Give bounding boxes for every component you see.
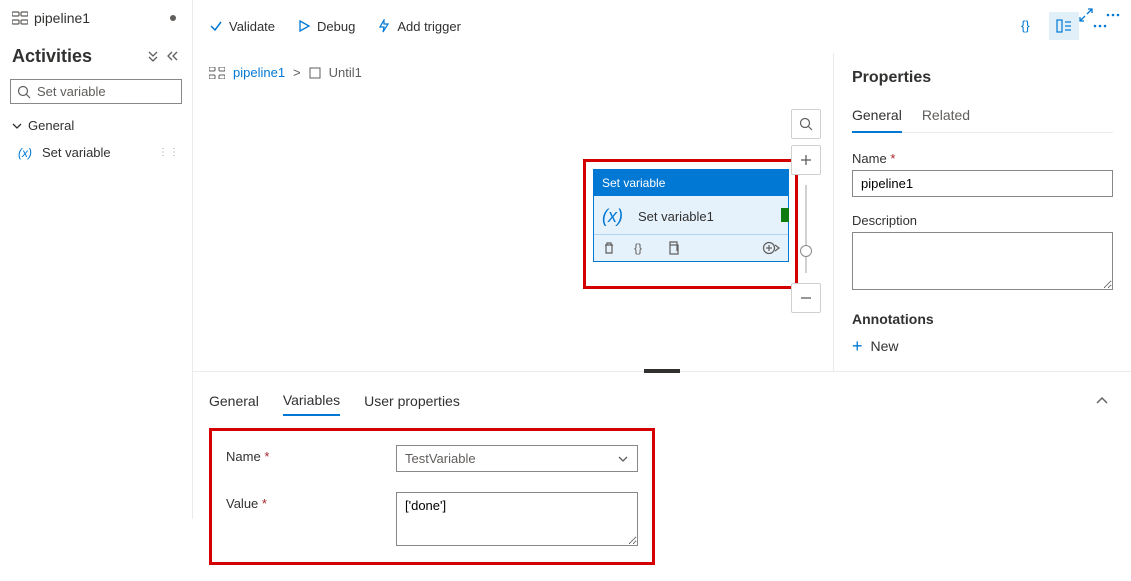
props-description-label: Description <box>852 213 1113 228</box>
validate-button[interactable]: Validate <box>209 19 275 34</box>
svg-text:(x): (x) <box>18 146 32 160</box>
tree-group-general[interactable]: General <box>10 112 182 139</box>
var-name-value: TestVariable <box>405 451 476 466</box>
search-icon <box>799 117 813 131</box>
pipeline-tab-label: pipeline1 <box>34 10 90 26</box>
activity-card[interactable]: Set variable (x) Set variable1 {} <box>593 169 789 262</box>
copy-icon[interactable] <box>666 241 680 255</box>
activity-item-label: Set variable <box>42 145 111 160</box>
pipeline-icon <box>12 11 28 25</box>
pipeline-icon <box>209 67 225 79</box>
breadcrumb-pipeline-link[interactable]: pipeline1 <box>233 65 285 80</box>
annotations-heading: Annotations <box>852 311 1113 327</box>
var-value-label: Value * <box>226 492 396 511</box>
breadcrumb-separator: > <box>293 65 301 80</box>
expand-icon[interactable] <box>1079 8 1093 22</box>
main-area: Validate Debug Add trigger {} <box>193 0 1131 519</box>
trash-icon[interactable] <box>602 241 616 255</box>
debug-button[interactable]: Debug <box>297 19 355 34</box>
highlight-box: Set variable (x) Set variable1 {} <box>583 159 798 289</box>
plus-icon: + <box>852 337 863 355</box>
properties-toggle-button[interactable] <box>1049 12 1079 40</box>
svg-text:{}: {} <box>1021 19 1030 33</box>
json-view-button[interactable]: {} <box>1013 12 1043 40</box>
props-description-input[interactable] <box>852 232 1113 290</box>
svg-text:(x): (x) <box>602 206 623 226</box>
tab-general[interactable]: General <box>209 387 259 415</box>
search-value: Set variable <box>37 84 106 99</box>
props-name-label: Name * <box>852 151 1113 166</box>
add-trigger-button[interactable]: Add trigger <box>377 19 461 34</box>
tab-variables[interactable]: Variables <box>283 386 340 416</box>
bottom-panel: General Variables User properties Name *… <box>193 371 1131 581</box>
zoom-controls <box>791 109 821 313</box>
toolbar: Validate Debug Add trigger {} <box>193 0 1131 53</box>
collapse-panel-button[interactable] <box>1095 396 1115 406</box>
var-name-select[interactable]: TestVariable <box>396 445 638 472</box>
variable-icon: (x) <box>18 146 36 160</box>
zoom-slider[interactable] <box>805 185 807 273</box>
zoom-in-button[interactable] <box>791 145 821 175</box>
chevron-down-icon <box>617 454 629 464</box>
add-annotation-button[interactable]: + New <box>852 337 1113 355</box>
drag-handle-icon[interactable]: ⋮⋮ <box>158 147 180 158</box>
chevron-double-left-icon[interactable] <box>166 51 180 63</box>
properties-icon <box>1056 19 1072 33</box>
validate-label: Validate <box>229 19 275 34</box>
props-tab-related[interactable]: Related <box>922 101 970 132</box>
props-name-input[interactable] <box>852 170 1113 197</box>
properties-title: Properties <box>852 69 1113 87</box>
activities-search-input[interactable]: Set variable <box>10 79 182 104</box>
tree-group-label: General <box>28 118 74 133</box>
unsaved-indicator-icon <box>170 15 176 21</box>
zoom-out-button[interactable] <box>791 283 821 313</box>
trigger-icon <box>377 19 391 33</box>
breadcrumb: pipeline1 > Until1 <box>209 65 817 80</box>
activities-heading: Activities <box>12 46 148 67</box>
until-icon <box>309 67 321 79</box>
chevron-double-down-icon[interactable] <box>148 51 162 63</box>
more-icon[interactable] <box>1105 8 1121 22</box>
check-icon <box>209 19 223 33</box>
activity-card-name: Set variable1 <box>638 209 714 224</box>
braces-icon: {} <box>1020 19 1036 33</box>
zoom-thumb[interactable] <box>800 245 812 257</box>
add-trigger-label: Add trigger <box>397 19 461 34</box>
activity-item-set-variable[interactable]: (x) Set variable ⋮⋮ <box>10 139 182 166</box>
chevron-up-icon <box>1095 396 1109 406</box>
var-value-input[interactable] <box>396 492 638 546</box>
plus-icon <box>800 154 812 166</box>
minus-icon <box>800 292 812 304</box>
pipeline-tab[interactable]: pipeline1 <box>12 10 90 26</box>
output-port-icon[interactable] <box>781 208 789 222</box>
var-name-label: Name * <box>226 445 396 464</box>
debug-label: Debug <box>317 19 355 34</box>
svg-text:{}: {} <box>634 241 642 255</box>
search-icon <box>17 85 31 99</box>
props-tab-general[interactable]: General <box>852 101 902 133</box>
breadcrumb-until: Until1 <box>329 65 362 80</box>
zoom-fit-button[interactable] <box>791 109 821 139</box>
chevron-down-icon <box>12 121 22 131</box>
add-output-icon[interactable] <box>762 241 780 255</box>
activities-sidebar: pipeline1 Activities Set variable Genera… <box>0 0 193 519</box>
tab-user-properties[interactable]: User properties <box>364 387 460 415</box>
highlight-box: Name * TestVariable Value * <box>209 428 655 565</box>
braces-icon[interactable]: {} <box>634 241 648 255</box>
activity-card-type: Set variable <box>594 170 788 196</box>
variable-icon: (x) <box>602 206 628 226</box>
properties-panel: Properties General Related Name * Descri… <box>833 53 1131 371</box>
pipeline-canvas[interactable]: pipeline1 > Until1 Set variable (x) Set … <box>193 53 833 371</box>
new-label: New <box>871 338 899 354</box>
play-icon <box>297 19 311 33</box>
